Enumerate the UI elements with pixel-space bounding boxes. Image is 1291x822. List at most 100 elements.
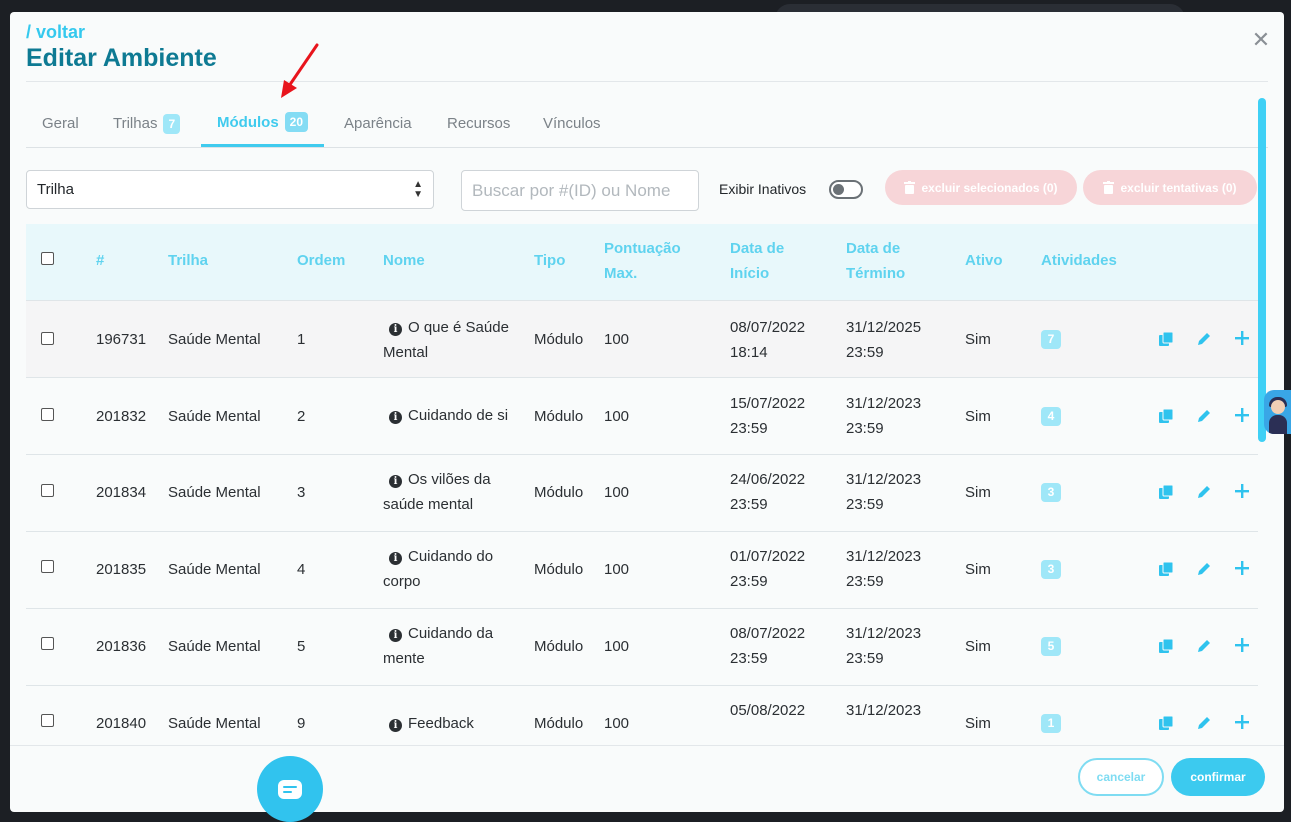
time-line: 23:59 xyxy=(846,420,884,437)
copy-icon[interactable] xyxy=(1158,715,1174,731)
tab-recursos[interactable]: Recursos xyxy=(431,100,526,147)
column-header-active[interactable]: Ativo xyxy=(965,248,1003,273)
tab-vinculos[interactable]: Vínculos xyxy=(527,100,617,147)
table-row[interactable]: 201834 Saúde Mental 3 i Os vilões da saúd… xyxy=(26,455,1258,532)
column-header-end-date[interactable]: Data de Término xyxy=(846,236,905,286)
tab-aparencia[interactable]: Aparência xyxy=(328,100,428,147)
cell-id: 201836 xyxy=(96,638,147,655)
date-line: 31/12/2023 xyxy=(846,625,922,642)
table-row[interactable]: 201832 Saúde Mental 2 i Cuidando de si Mó… xyxy=(26,378,1258,455)
column-header-order[interactable]: Ordem xyxy=(297,248,345,273)
header-line: Data de xyxy=(846,240,901,257)
activities-badge[interactable]: 4 xyxy=(1041,407,1061,426)
assistant-avatar-widget[interactable] xyxy=(1264,390,1291,434)
edit-pencil-icon[interactable] xyxy=(1196,484,1212,500)
row-checkbox[interactable] xyxy=(41,714,54,727)
vertical-scrollbar[interactable] xyxy=(1258,98,1266,442)
row-checkbox[interactable] xyxy=(41,484,54,497)
cell-order: 5 xyxy=(297,638,306,655)
close-icon[interactable]: ✕ xyxy=(1250,29,1272,51)
time-line: 23:59 xyxy=(846,573,884,590)
date-line: 24/06/2022 xyxy=(730,471,806,488)
column-header-type[interactable]: Tipo xyxy=(534,248,565,273)
activities-badge[interactable]: 5 xyxy=(1041,637,1061,656)
cell-end: 31/12/2023 23:59 xyxy=(846,467,921,517)
info-icon[interactable]: i xyxy=(389,629,402,642)
plus-icon[interactable] xyxy=(1235,331,1249,345)
cancel-button[interactable]: cancelar xyxy=(1078,758,1164,796)
activities-badge[interactable]: 7 xyxy=(1041,330,1061,349)
column-header-id[interactable]: # xyxy=(96,248,104,273)
info-icon[interactable]: i xyxy=(389,552,402,565)
copy-icon[interactable] xyxy=(1158,561,1174,577)
delete-selected-button[interactable]: excluir selecionados (0) xyxy=(885,170,1077,205)
delete-selected-label: excluir selecionados (0) xyxy=(921,180,1058,195)
tab-modulos[interactable]: Módulos 20 xyxy=(201,100,325,147)
time-line: 23:59 xyxy=(846,496,884,513)
header-line: Data de xyxy=(730,240,785,257)
delete-attempts-button[interactable]: excluir tentativas (0) xyxy=(1083,170,1257,205)
column-header-start-date[interactable]: Data de Início xyxy=(730,236,784,286)
copy-icon[interactable] xyxy=(1158,408,1174,424)
cell-end: 31/12/2023 23:59 xyxy=(846,621,921,671)
plus-icon[interactable] xyxy=(1235,484,1249,498)
edit-pencil-icon[interactable] xyxy=(1196,408,1212,424)
confirm-button[interactable]: confirmar xyxy=(1171,758,1265,796)
row-checkbox[interactable] xyxy=(41,560,54,573)
plus-icon[interactable] xyxy=(1235,561,1249,575)
filter-bar: Trilha ▲▼ Exibir Inativos excluir seleci… xyxy=(26,170,1276,211)
info-icon[interactable]: i xyxy=(389,411,402,424)
activities-badge[interactable]: 3 xyxy=(1041,560,1061,579)
activities-badge[interactable]: 1 xyxy=(1041,714,1061,733)
copy-icon[interactable] xyxy=(1158,331,1174,347)
row-checkbox[interactable] xyxy=(41,637,54,650)
date-line: 01/07/2022 xyxy=(730,548,806,565)
tab-trilhas[interactable]: Trilhas 7 xyxy=(97,100,196,147)
info-icon[interactable]: i xyxy=(389,475,402,488)
show-inactive-toggle[interactable] xyxy=(829,180,863,199)
column-header-trail[interactable]: Trilha xyxy=(168,248,208,273)
edit-pencil-icon[interactable] xyxy=(1196,715,1212,731)
cell-score: 100 xyxy=(604,715,630,732)
column-header-max-score[interactable]: Pontuação Max. xyxy=(604,236,681,286)
select-all-checkbox[interactable] xyxy=(41,252,54,265)
time-line: 23:59 xyxy=(846,650,884,667)
copy-icon[interactable] xyxy=(1158,484,1174,500)
cell-order: 9 xyxy=(297,715,306,732)
date-line: 08/07/2022 xyxy=(730,625,806,642)
table-row[interactable]: 201835 Saúde Mental 4 i Cuidando do corpo… xyxy=(26,532,1258,609)
column-header-activities[interactable]: Atividades xyxy=(1041,248,1117,273)
search-input[interactable] xyxy=(461,170,699,211)
date-line: 31/12/2023 xyxy=(846,395,922,412)
plus-icon[interactable] xyxy=(1235,408,1249,422)
sort-caret-icon: ▲ ▼ xyxy=(413,178,423,200)
date-line: 05/08/2022 xyxy=(730,702,806,719)
activities-badge[interactable]: 3 xyxy=(1041,483,1061,502)
cell-name: i Cuidando de si xyxy=(383,403,543,428)
cell-name: i Cuidando da mente xyxy=(383,621,525,671)
modules-table: # Trilha Ordem Nome Tipo Pontuação Max. … xyxy=(26,224,1258,744)
cell-type: Módulo xyxy=(534,638,584,655)
row-checkbox[interactable] xyxy=(41,332,54,345)
row-checkbox[interactable] xyxy=(41,408,54,421)
edit-environment-modal: / voltar Editar Ambiente ✕ Geral Trilhas… xyxy=(10,12,1284,812)
edit-pencil-icon[interactable] xyxy=(1196,638,1212,654)
edit-pencil-icon[interactable] xyxy=(1196,561,1212,577)
trail-select[interactable]: Trilha ▲ ▼ xyxy=(26,170,434,209)
back-link[interactable]: / voltar xyxy=(26,22,85,43)
column-header-name[interactable]: Nome xyxy=(383,248,425,273)
copy-icon[interactable] xyxy=(1158,638,1174,654)
table-row[interactable]: 201840 Saúde Mental 9 i Feedback Módulo 1… xyxy=(26,686,1258,744)
cell-id: 201832 xyxy=(96,408,147,425)
info-icon[interactable]: i xyxy=(389,323,402,336)
chat-button[interactable] xyxy=(257,756,323,822)
edit-pencil-icon[interactable] xyxy=(1196,331,1212,347)
table-row[interactable]: 201836 Saúde Mental 5 i Cuidando da mente… xyxy=(26,609,1258,686)
plus-icon[interactable] xyxy=(1235,638,1249,652)
chat-line xyxy=(283,791,292,793)
tab-geral[interactable]: Geral xyxy=(26,100,95,147)
table-header: # Trilha Ordem Nome Tipo Pontuação Max. … xyxy=(26,224,1258,301)
info-icon[interactable]: i xyxy=(389,719,402,732)
table-row[interactable]: 196731 Saúde Mental 1 i O que é Saúde Men… xyxy=(26,301,1258,378)
plus-icon[interactable] xyxy=(1235,715,1249,729)
